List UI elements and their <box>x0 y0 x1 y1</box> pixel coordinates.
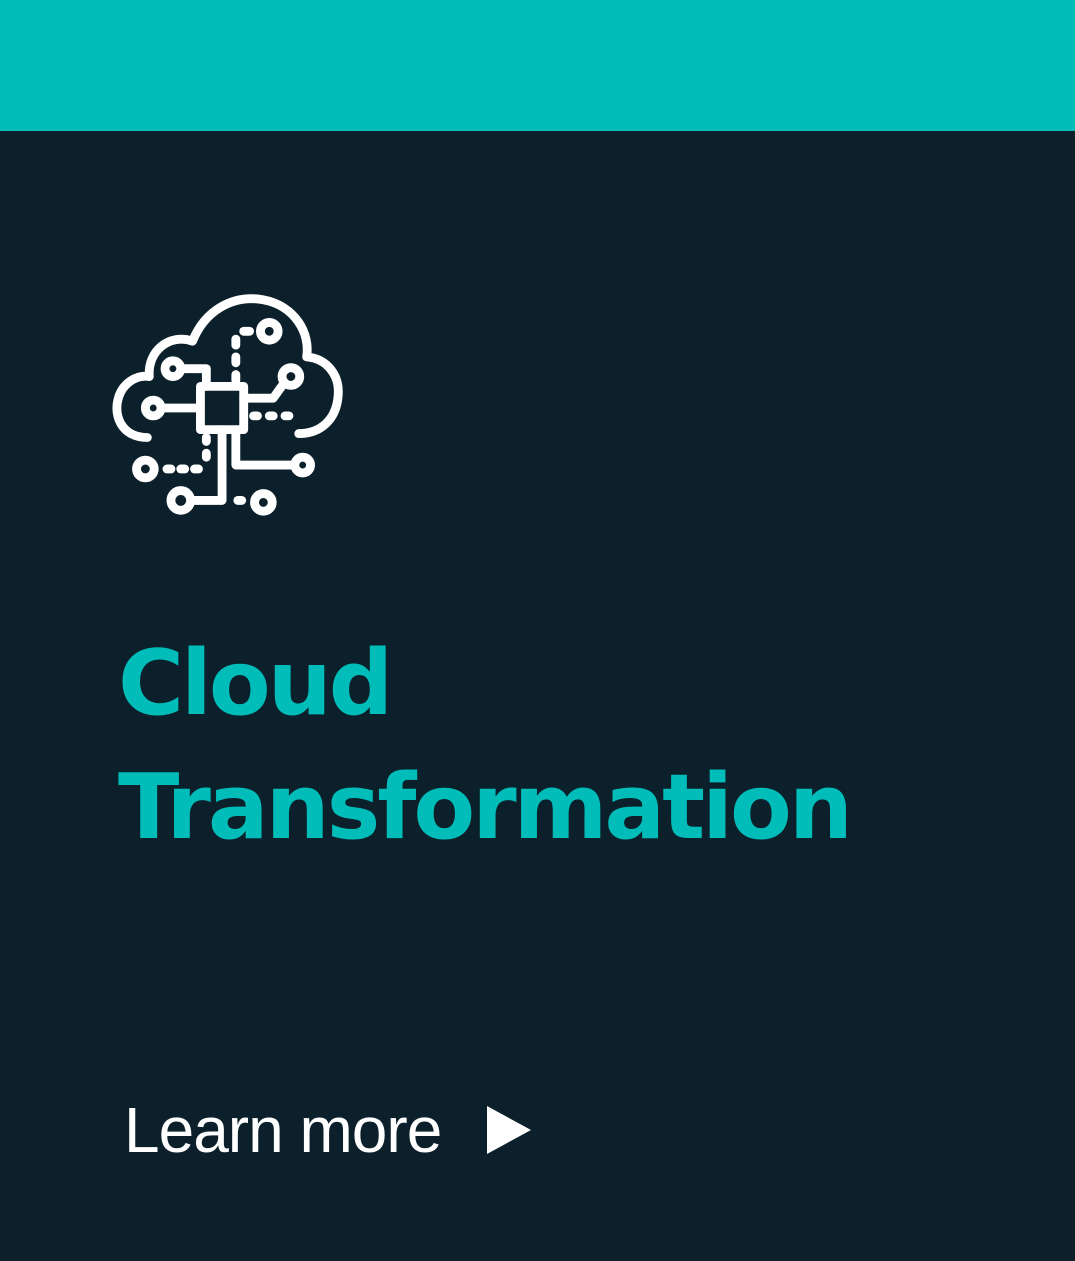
promo-card: Cloud Transformation Learn more <box>0 0 1075 1261</box>
cloud-circuit-icon <box>112 294 343 516</box>
accent-top-bar <box>0 0 1075 131</box>
title-line-2: Transformation <box>118 755 853 860</box>
card-title: Cloud Transformation <box>118 622 853 870</box>
title-line-1: Cloud <box>118 631 393 736</box>
learn-more-label: Learn more <box>124 1094 442 1166</box>
play-arrow-icon <box>487 1106 532 1154</box>
learn-more-link[interactable]: Learn more <box>124 1090 533 1170</box>
